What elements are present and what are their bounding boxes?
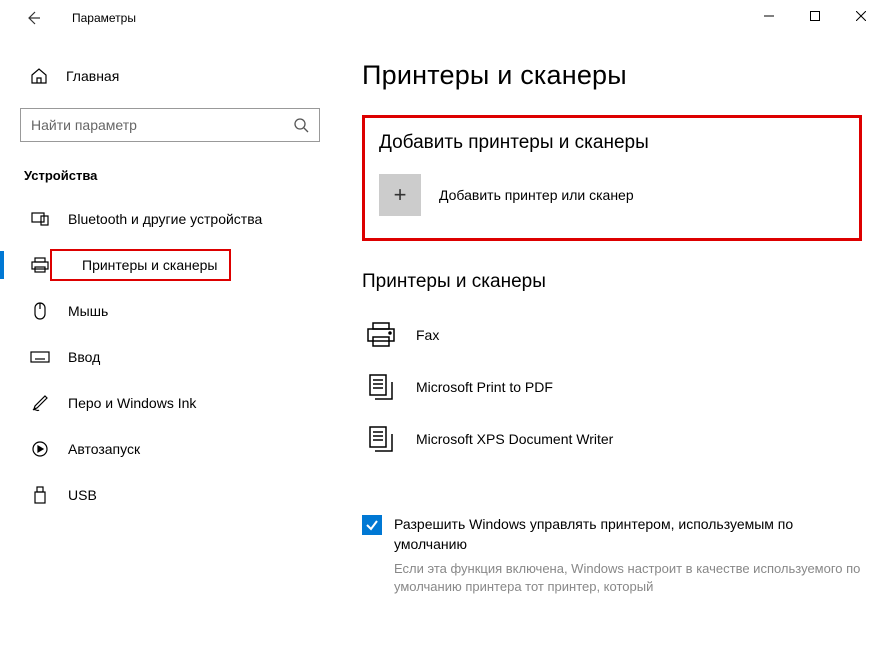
sidebar-item-label: Ввод: [68, 349, 100, 365]
devices-icon: [30, 212, 50, 226]
xps-writer-icon: [364, 422, 398, 456]
search-input[interactable]: [31, 117, 293, 133]
sidebar-item-mouse[interactable]: Мышь: [20, 291, 320, 331]
device-label: Fax: [416, 327, 439, 343]
sidebar-item-printers[interactable]: Принтеры и сканеры: [20, 245, 320, 285]
device-row[interactable]: Microsoft Print to PDF: [362, 361, 862, 413]
plus-icon: +: [379, 174, 421, 216]
main-panel: Принтеры и сканеры Добавить принтеры и с…: [340, 36, 884, 658]
window-title: Параметры: [72, 11, 136, 25]
maximize-icon: [810, 11, 820, 21]
checkmark-icon: [365, 518, 379, 532]
sidebar-item-bluetooth[interactable]: Bluetooth и другие устройства: [20, 199, 320, 239]
close-button[interactable]: [838, 0, 884, 32]
pen-icon: [30, 394, 50, 412]
keyboard-icon: [30, 351, 50, 363]
window-controls: [746, 0, 884, 32]
add-section-title: Добавить принтеры и сканеры: [379, 132, 845, 154]
close-icon: [856, 11, 866, 21]
device-label: Microsoft Print to PDF: [416, 379, 553, 395]
usb-icon: [30, 486, 50, 504]
sidebar-home-label: Главная: [66, 68, 119, 84]
sidebar-item-label: USB: [68, 487, 97, 503]
autoplay-icon: [30, 441, 50, 457]
page-title: Принтеры и сканеры: [362, 60, 862, 91]
back-button[interactable]: [18, 10, 48, 26]
sidebar-item-autoplay[interactable]: Автозапуск: [20, 429, 320, 469]
default-printer-checkbox-row[interactable]: Разрешить Windows управлять принтером, и…: [362, 515, 862, 554]
sidebar-item-typing[interactable]: Ввод: [20, 337, 320, 377]
sidebar-item-label: Принтеры и сканеры: [82, 257, 217, 273]
home-icon: [30, 67, 48, 85]
sidebar-item-label: Bluetooth и другие устройства: [68, 211, 262, 227]
search-icon: [293, 117, 309, 133]
sidebar-item-pen[interactable]: Перо и Windows Ink: [20, 383, 320, 423]
sidebar-item-usb[interactable]: USB: [20, 475, 320, 515]
checkbox-checked[interactable]: [362, 515, 382, 535]
sidebar-item-label: Мышь: [68, 303, 108, 319]
default-printer-section: Разрешить Windows управлять принтером, и…: [362, 515, 862, 597]
sidebar-item-label: Автозапуск: [68, 441, 140, 457]
device-row[interactable]: Fax: [362, 309, 862, 361]
search-box[interactable]: [20, 108, 320, 142]
sidebar: Главная Устройства Bluetooth и другие ус…: [0, 36, 340, 658]
printers-list-section: Принтеры и сканеры Fax Microsoft Print t…: [362, 271, 862, 465]
mouse-icon: [30, 302, 50, 320]
print-to-pdf-icon: [364, 370, 398, 404]
sidebar-section-title: Устройства: [20, 168, 320, 183]
printer-icon: [30, 257, 50, 273]
minimize-button[interactable]: [746, 0, 792, 32]
minimize-icon: [764, 11, 774, 21]
list-section-title: Принтеры и сканеры: [362, 271, 862, 293]
arrow-left-icon: [25, 10, 41, 26]
highlight-box: Принтеры и сканеры: [50, 249, 231, 281]
add-printer-button[interactable]: + Добавить принтер или сканер: [379, 174, 845, 216]
sidebar-home[interactable]: Главная: [20, 58, 320, 94]
device-row[interactable]: Microsoft XPS Document Writer: [362, 413, 862, 465]
sidebar-item-label: Перо и Windows Ink: [68, 395, 196, 411]
fax-icon: [364, 318, 398, 352]
maximize-button[interactable]: [792, 0, 838, 32]
titlebar: Параметры: [0, 0, 884, 36]
add-printer-label: Добавить принтер или сканер: [439, 187, 634, 203]
add-section-highlight: Добавить принтеры и сканеры + Добавить п…: [362, 115, 862, 241]
checkbox-description: Если эта функция включена, Windows настр…: [394, 560, 862, 596]
checkbox-label: Разрешить Windows управлять принтером, и…: [394, 515, 862, 554]
device-label: Microsoft XPS Document Writer: [416, 431, 613, 447]
